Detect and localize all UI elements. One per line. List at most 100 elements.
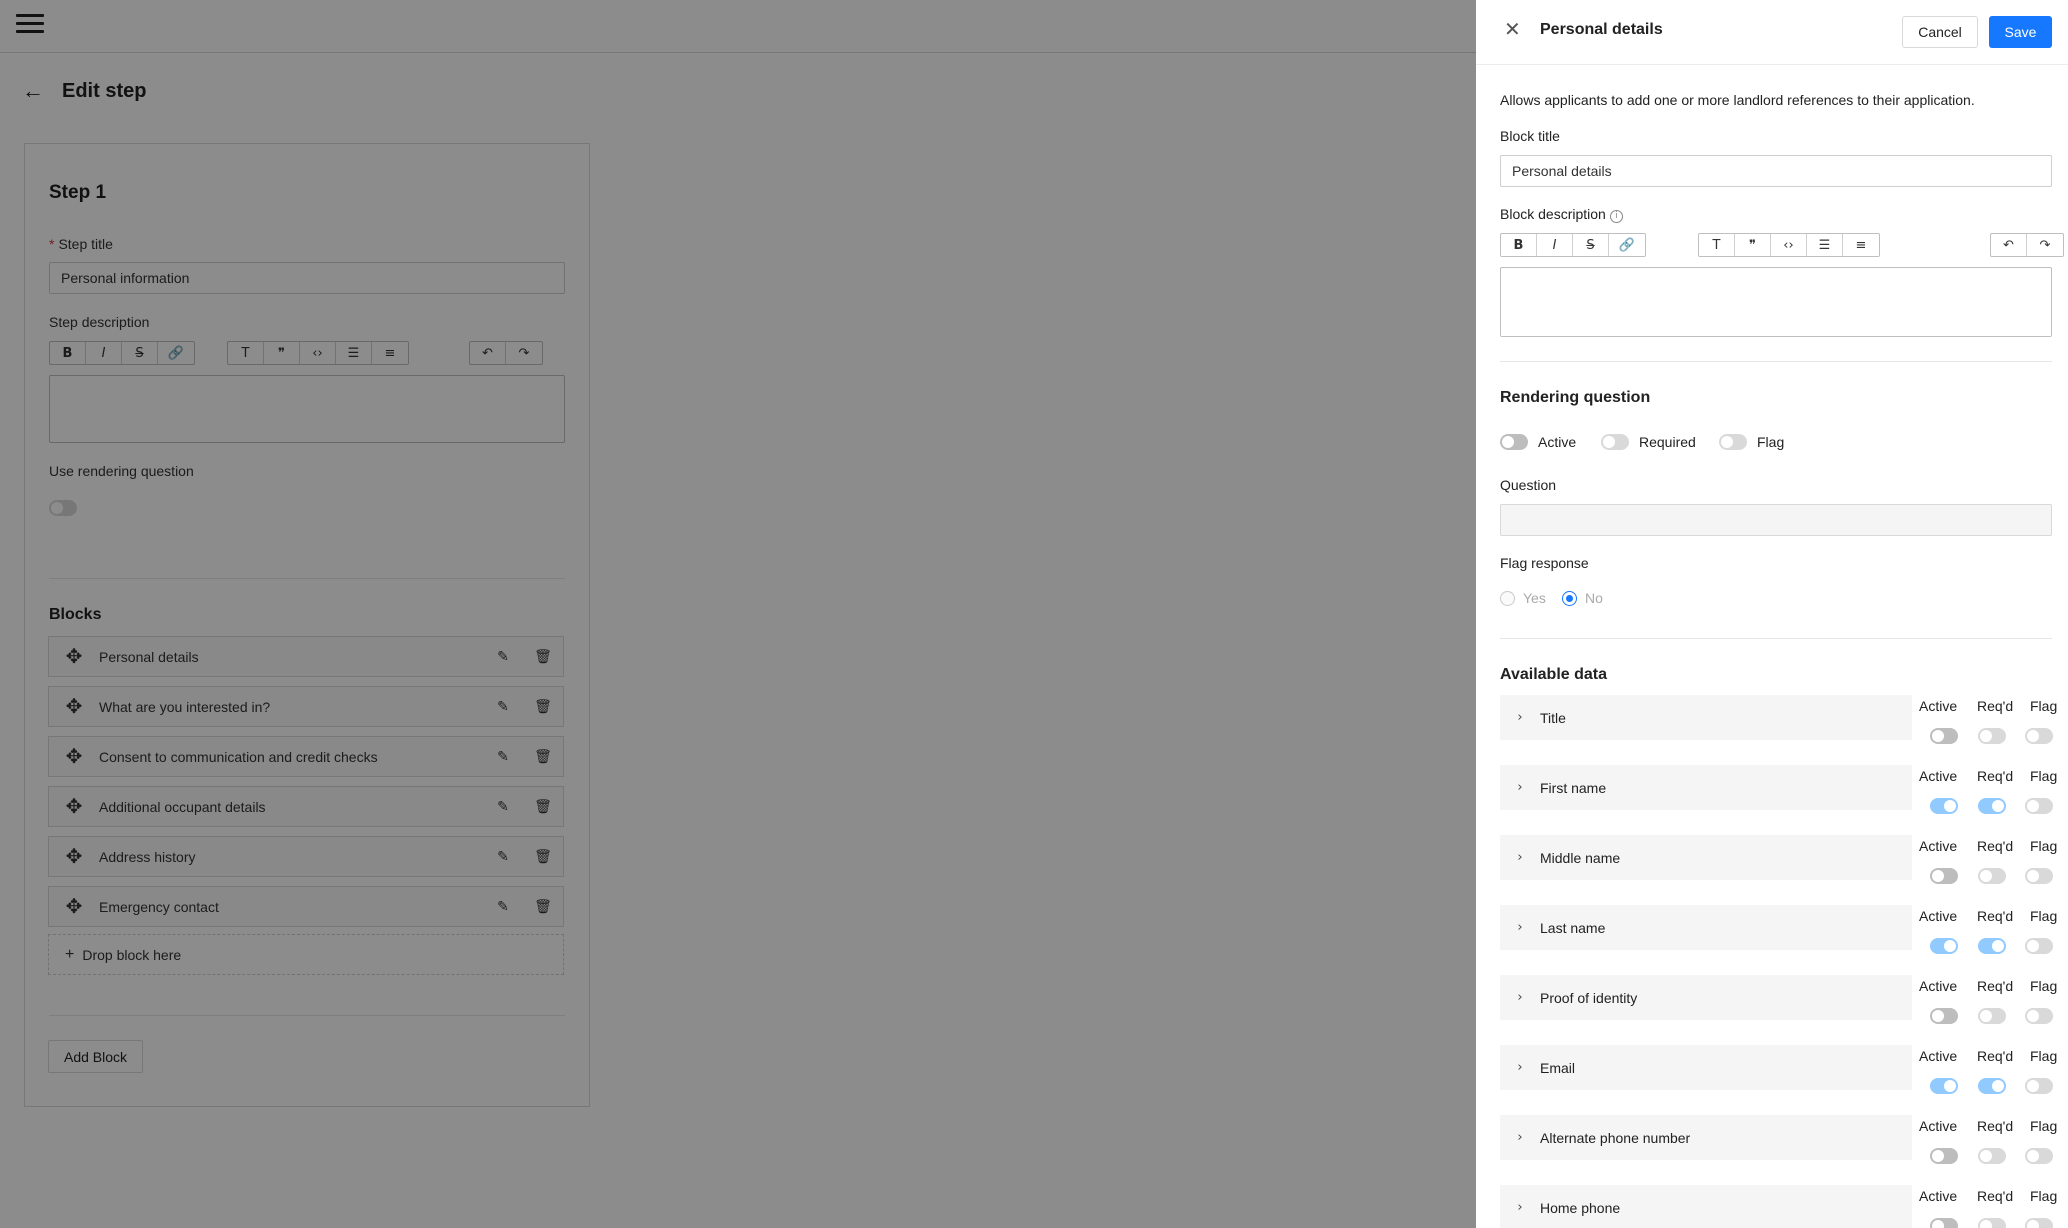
flag-toggle-wrap xyxy=(2025,1218,2053,1228)
active-toggle[interactable] xyxy=(1930,1008,1958,1024)
close-icon[interactable]: ✕ xyxy=(1504,20,1521,40)
required-column-label: Req'd xyxy=(1977,1188,2014,1204)
active-toggle-wrap xyxy=(1930,1148,1958,1169)
question-input[interactable] xyxy=(1500,504,2052,536)
italic-icon[interactable]: I xyxy=(1537,234,1573,256)
data-field-header[interactable]: › Title xyxy=(1500,695,1912,740)
flag-toggle[interactable] xyxy=(2025,868,2053,884)
required-toggle[interactable] xyxy=(1978,1008,2006,1024)
required-toggle[interactable] xyxy=(1978,728,2006,744)
required-toggle-wrap xyxy=(1978,938,2006,959)
required-toggle[interactable] xyxy=(1978,1148,2006,1164)
active-toggle[interactable] xyxy=(1930,798,1958,814)
block-title-input[interactable]: Personal details xyxy=(1500,155,2052,187)
info-icon[interactable]: i xyxy=(1609,210,1623,223)
active-toggle[interactable] xyxy=(1930,1078,1958,1094)
data-field-header[interactable]: › Last name xyxy=(1500,905,1912,950)
link-icon[interactable]: 🔗 xyxy=(1609,234,1645,256)
flag-toggle-wrap xyxy=(2025,728,2053,749)
data-field-row: › Proof of identity Active Req'd Flag xyxy=(1500,975,2057,1045)
redo-icon[interactable]: ↷ xyxy=(2027,234,2063,256)
required-toggle[interactable] xyxy=(1978,1218,2006,1228)
data-field-row: › Email Active Req'd Flag xyxy=(1500,1045,2057,1115)
flag-toggle[interactable] xyxy=(2025,1008,2053,1024)
rendering-flag-option[interactable]: Flag xyxy=(1719,434,1784,450)
flag-toggle-wrap xyxy=(2025,1148,2053,1169)
block-description-editor[interactable] xyxy=(1500,267,2052,337)
required-toggle[interactable] xyxy=(1978,868,2006,884)
flag-column-label: Flag xyxy=(2030,1118,2058,1134)
required-column-label: Req'd xyxy=(1977,768,2014,784)
data-field-header[interactable]: › Email xyxy=(1500,1045,1912,1090)
flag-response-yes[interactable]: Yes xyxy=(1500,590,1546,606)
divider xyxy=(1500,638,2052,639)
chevron-right-icon[interactable]: › xyxy=(1500,1130,1540,1145)
radio-yes[interactable] xyxy=(1500,590,1515,606)
active-toggle[interactable] xyxy=(1930,728,1958,744)
flag-column-label: Flag xyxy=(2030,698,2058,714)
chevron-right-icon[interactable]: › xyxy=(1500,1200,1540,1215)
flag-column-label: Flag xyxy=(2030,838,2058,854)
flag-toggle[interactable] xyxy=(2025,1078,2053,1094)
data-field-name: Middle name xyxy=(1540,849,1621,866)
required-toggle[interactable] xyxy=(1978,1078,2006,1094)
required-toggle[interactable] xyxy=(1978,798,2006,814)
active-toggle[interactable] xyxy=(1930,938,1958,954)
active-column-label: Active xyxy=(1919,1118,1958,1134)
flag-toggle[interactable] xyxy=(2025,938,2053,954)
quote-icon[interactable]: ❞ xyxy=(1735,234,1771,256)
chevron-right-icon[interactable]: › xyxy=(1500,920,1540,935)
radio-no[interactable] xyxy=(1562,590,1577,606)
chevron-right-icon[interactable]: › xyxy=(1500,710,1540,725)
chevron-right-icon[interactable]: › xyxy=(1500,780,1540,795)
data-field-header[interactable]: › Home phone xyxy=(1500,1185,1912,1228)
flag-toggle[interactable] xyxy=(2025,728,2053,744)
bold-icon[interactable]: B xyxy=(1501,234,1537,256)
active-column-label: Active xyxy=(1919,1188,1958,1204)
save-button[interactable]: Save xyxy=(1989,16,2052,48)
required-toggle[interactable] xyxy=(1978,938,2006,954)
cancel-button[interactable]: Cancel xyxy=(1902,16,1978,48)
chevron-right-icon[interactable]: › xyxy=(1500,990,1540,1005)
rendering-active-option[interactable]: Active xyxy=(1500,434,1576,450)
block-settings-drawer: ✕ Personal details Cancel Save Allows ap… xyxy=(1476,0,2068,1228)
data-field-header[interactable]: › Middle name xyxy=(1500,835,1912,880)
available-data-heading: Available data xyxy=(1500,666,1608,683)
flag-toggle[interactable] xyxy=(2025,798,2053,814)
active-column-label: Active xyxy=(1919,1048,1958,1064)
flag-toggle-wrap xyxy=(2025,1078,2053,1099)
data-field-header[interactable]: › First name xyxy=(1500,765,1912,810)
bullet-list-icon[interactable]: ☰ xyxy=(1807,234,1843,256)
flag-toggle[interactable] xyxy=(2025,1218,2053,1228)
rendering-required-label: Required xyxy=(1639,434,1696,450)
data-field-row: › First name Active Req'd Flag xyxy=(1500,765,2057,835)
block-description-label: Block description i xyxy=(1500,206,1623,223)
rendering-active-toggle[interactable] xyxy=(1500,434,1528,450)
code-icon[interactable]: ‹› xyxy=(1771,234,1807,256)
active-column-label: Active xyxy=(1919,698,1958,714)
rendering-flag-toggle[interactable] xyxy=(1719,434,1747,450)
radio-yes-label: Yes xyxy=(1523,590,1546,606)
rendering-required-option[interactable]: Required xyxy=(1601,434,1696,450)
flag-response-no[interactable]: No xyxy=(1562,590,1603,606)
heading-icon[interactable]: T xyxy=(1699,234,1735,256)
block-toolbar-group: B I S 🔗 xyxy=(1500,233,1646,257)
chevron-right-icon[interactable]: › xyxy=(1500,1060,1540,1075)
chevron-right-icon[interactable]: › xyxy=(1500,850,1540,865)
required-toggle-wrap xyxy=(1978,868,2006,889)
data-field-header[interactable]: › Alternate phone number xyxy=(1500,1115,1912,1160)
divider xyxy=(1500,361,2052,362)
data-field-row: › Alternate phone number Active Req'd Flag xyxy=(1500,1115,2057,1185)
active-toggle[interactable] xyxy=(1930,1148,1958,1164)
data-field-header[interactable]: › Proof of identity xyxy=(1500,975,1912,1020)
flag-toggle[interactable] xyxy=(2025,1148,2053,1164)
active-toggle[interactable] xyxy=(1930,868,1958,884)
data-field-row: › Middle name Active Req'd Flag xyxy=(1500,835,2057,905)
active-toggle-wrap xyxy=(1930,798,1958,819)
rendering-required-toggle[interactable] xyxy=(1601,434,1629,450)
active-toggle[interactable] xyxy=(1930,1218,1958,1228)
undo-icon[interactable]: ↶ xyxy=(1991,234,2027,256)
radio-no-label: No xyxy=(1585,590,1603,606)
strikethrough-icon[interactable]: S xyxy=(1573,234,1609,256)
numbered-list-icon[interactable]: ≡ xyxy=(1843,234,1879,256)
